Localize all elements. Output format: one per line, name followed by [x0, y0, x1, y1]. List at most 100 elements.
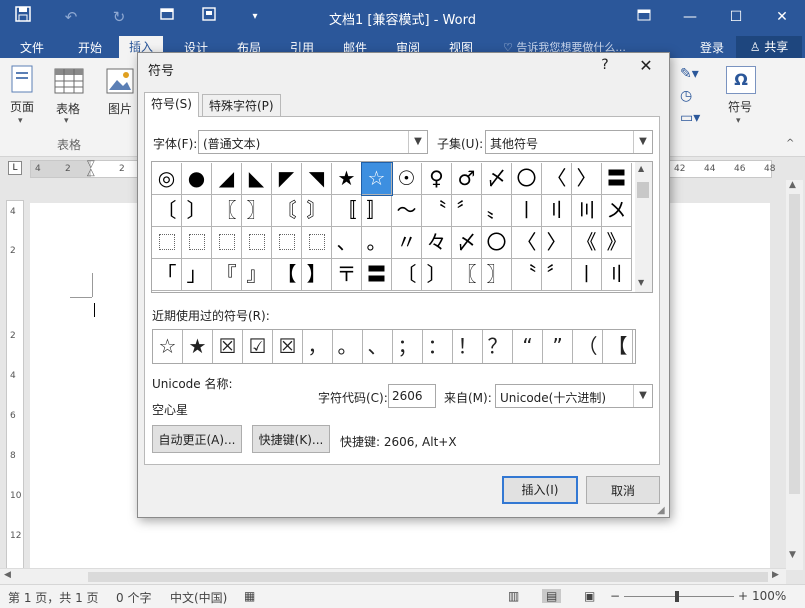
recent-symbol-cell[interactable]: ★: [183, 330, 213, 363]
recent-symbol-cell[interactable]: ☒: [213, 330, 243, 363]
chevron-down-icon[interactable]: ▾: [736, 116, 741, 126]
help-icon[interactable]: ?: [594, 57, 616, 73]
symbol-cell[interactable]: 〆: [482, 163, 512, 195]
symbol-cell[interactable]: 』: [242, 259, 272, 291]
symbol-cell[interactable]: 〤: [602, 195, 632, 227]
chevron-down-icon[interactable]: ▼: [633, 385, 652, 407]
recent-symbol-cell[interactable]: ，: [303, 330, 333, 363]
symbol-cell[interactable]: 『: [212, 259, 242, 291]
symbol-cell[interactable]: 〢: [602, 259, 632, 291]
recent-symbol-cell[interactable]: ☆: [153, 330, 183, 363]
symbol-cell[interactable]: 〖: [212, 195, 242, 227]
symbol-cell[interactable]: 「: [152, 259, 182, 291]
symbol-cell[interactable]: 〕: [182, 195, 212, 227]
tab-symbols[interactable]: 符号(S): [144, 92, 199, 117]
scroll-left-icon[interactable]: ◀: [4, 570, 11, 580]
symbol-cell[interactable]: 〜: [392, 195, 422, 227]
symbol-cell[interactable]: 》: [602, 227, 632, 259]
symbol-cell[interactable]: [212, 227, 242, 259]
recent-symbol-cell[interactable]: ☒: [273, 330, 303, 363]
symbol-cell[interactable]: 【: [272, 259, 302, 291]
symbol-cell[interactable]: 〝: [512, 259, 542, 291]
symbol-label[interactable]: 符号: [728, 98, 752, 115]
symbol-grid[interactable]: ◎ ● ◢ ◣ ◤ ◥ ★ ☆ ☉ ♀ ♂ 〆〇〈〉〓〔〕〖〗〘〙〚〛〜〝〞〟〡〢〣〤、。〃々〆〇〈〉…: [151, 161, 637, 293]
scroll-thumb[interactable]: [88, 572, 768, 582]
recent-symbols[interactable]: ☆ ★ ☒ ☑ ☒，。、；：！？ “” （【: [152, 329, 636, 364]
zoom-in-icon[interactable]: +: [738, 589, 748, 603]
scroll-down-icon[interactable]: ▼: [638, 278, 644, 287]
collapse-ribbon-icon[interactable]: ^: [786, 138, 794, 149]
zoom-out-icon[interactable]: −: [610, 589, 620, 603]
table-label[interactable]: 表格: [56, 100, 80, 117]
symbol-cell[interactable]: 〇: [512, 163, 542, 195]
symbol-cell[interactable]: 〗: [482, 259, 512, 291]
symbol-cell[interactable]: 〘: [272, 195, 302, 227]
cancel-button[interactable]: 取消: [586, 476, 660, 504]
picture-label[interactable]: 图片: [108, 100, 132, 117]
symbol-cell[interactable]: ☆: [361, 162, 393, 196]
zoom-level[interactable]: 100%: [752, 589, 786, 603]
symbol-cell[interactable]: ◢: [212, 163, 242, 195]
chevron-down-icon[interactable]: ▾: [18, 116, 23, 126]
zoom-slider-thumb[interactable]: [675, 591, 679, 602]
tab-home[interactable]: 开始: [76, 38, 104, 58]
chevron-down-icon[interactable]: ▼: [633, 131, 652, 153]
recent-symbol-cell[interactable]: 。: [333, 330, 363, 363]
ribbon-display-icon[interactable]: [621, 0, 667, 34]
symbol-cell[interactable]: 〓: [602, 163, 632, 195]
recent-symbol-cell[interactable]: ☑: [243, 330, 273, 363]
symbol-cell[interactable]: 〗: [242, 195, 272, 227]
symbol-cell[interactable]: ◤: [272, 163, 302, 195]
symbol-cell[interactable]: 〖: [452, 259, 482, 291]
indent-marker-icon[interactable]: ▽ △: [87, 160, 97, 178]
symbol-cell[interactable]: ☉: [392, 163, 422, 195]
recent-symbol-cell[interactable]: ”: [543, 330, 573, 363]
scroll-thumb[interactable]: [789, 194, 800, 494]
recent-symbol-cell[interactable]: “: [513, 330, 543, 363]
picture-icon[interactable]: [106, 68, 134, 94]
autocorrect-button[interactable]: 自动更正(A)...: [152, 425, 242, 453]
recent-symbol-cell[interactable]: ？: [483, 330, 513, 363]
symbol-cell[interactable]: [152, 227, 182, 259]
close-icon[interactable]: ✕: [634, 56, 658, 75]
subset-select[interactable]: 其他符号 ▼: [485, 130, 653, 154]
symbol-cell[interactable]: 々: [422, 227, 452, 259]
symbol-cell[interactable]: [182, 227, 212, 259]
from-select[interactable]: Unicode(十六进制) ▼: [495, 384, 653, 408]
symbol-cell[interactable]: ★: [332, 163, 362, 195]
chevron-down-icon[interactable]: ▾: [64, 116, 69, 126]
symbol-cell[interactable]: 〃: [392, 227, 422, 259]
symbol-cell[interactable]: 〕: [422, 259, 452, 291]
maximize-icon[interactable]: ☐: [713, 0, 759, 34]
macro-icon[interactable]: ▦: [244, 589, 255, 603]
symbol-cell[interactable]: 《: [572, 227, 602, 259]
symbol-cell[interactable]: ◥: [302, 163, 332, 195]
scroll-thumb[interactable]: [637, 182, 649, 198]
symbol-grid-scrollbar[interactable]: ▲ ▼: [635, 161, 653, 293]
scroll-down-icon[interactable]: ▼: [789, 550, 796, 560]
symbol-cell[interactable]: 〔: [152, 195, 182, 227]
minimize-icon[interactable]: —: [667, 0, 713, 34]
login-link[interactable]: 登录: [700, 38, 724, 58]
symbol-cell[interactable]: 〒: [332, 259, 362, 291]
symbol-cell[interactable]: 〞: [542, 259, 572, 291]
symbol-cell[interactable]: 〉: [572, 163, 602, 195]
chevron-down-icon[interactable]: ▼: [408, 131, 427, 153]
word-count[interactable]: 0 个字: [116, 589, 151, 606]
symbol-cell[interactable]: 〇: [482, 227, 512, 259]
table-icon[interactable]: [54, 68, 84, 94]
recent-symbol-cell[interactable]: 、: [363, 330, 393, 363]
symbol-cell[interactable]: 〓: [362, 259, 392, 291]
symbol-cell[interactable]: ♀: [422, 163, 452, 195]
symbol-cell[interactable]: 〡: [512, 195, 542, 227]
recent-symbol-cell[interactable]: ！: [453, 330, 483, 363]
object-icon[interactable]: ▭▾: [680, 110, 700, 126]
symbol-cell[interactable]: 〚: [332, 195, 362, 227]
symbol-cell[interactable]: [302, 227, 332, 259]
recent-symbol-cell[interactable]: 【: [603, 330, 633, 363]
read-mode-icon[interactable]: ▥: [508, 589, 519, 603]
recent-symbol-cell[interactable]: ；: [393, 330, 423, 363]
pages-icon[interactable]: [8, 64, 38, 96]
datetime-icon[interactable]: ◷: [680, 88, 692, 104]
language-indicator[interactable]: 中文(中国): [170, 589, 227, 606]
